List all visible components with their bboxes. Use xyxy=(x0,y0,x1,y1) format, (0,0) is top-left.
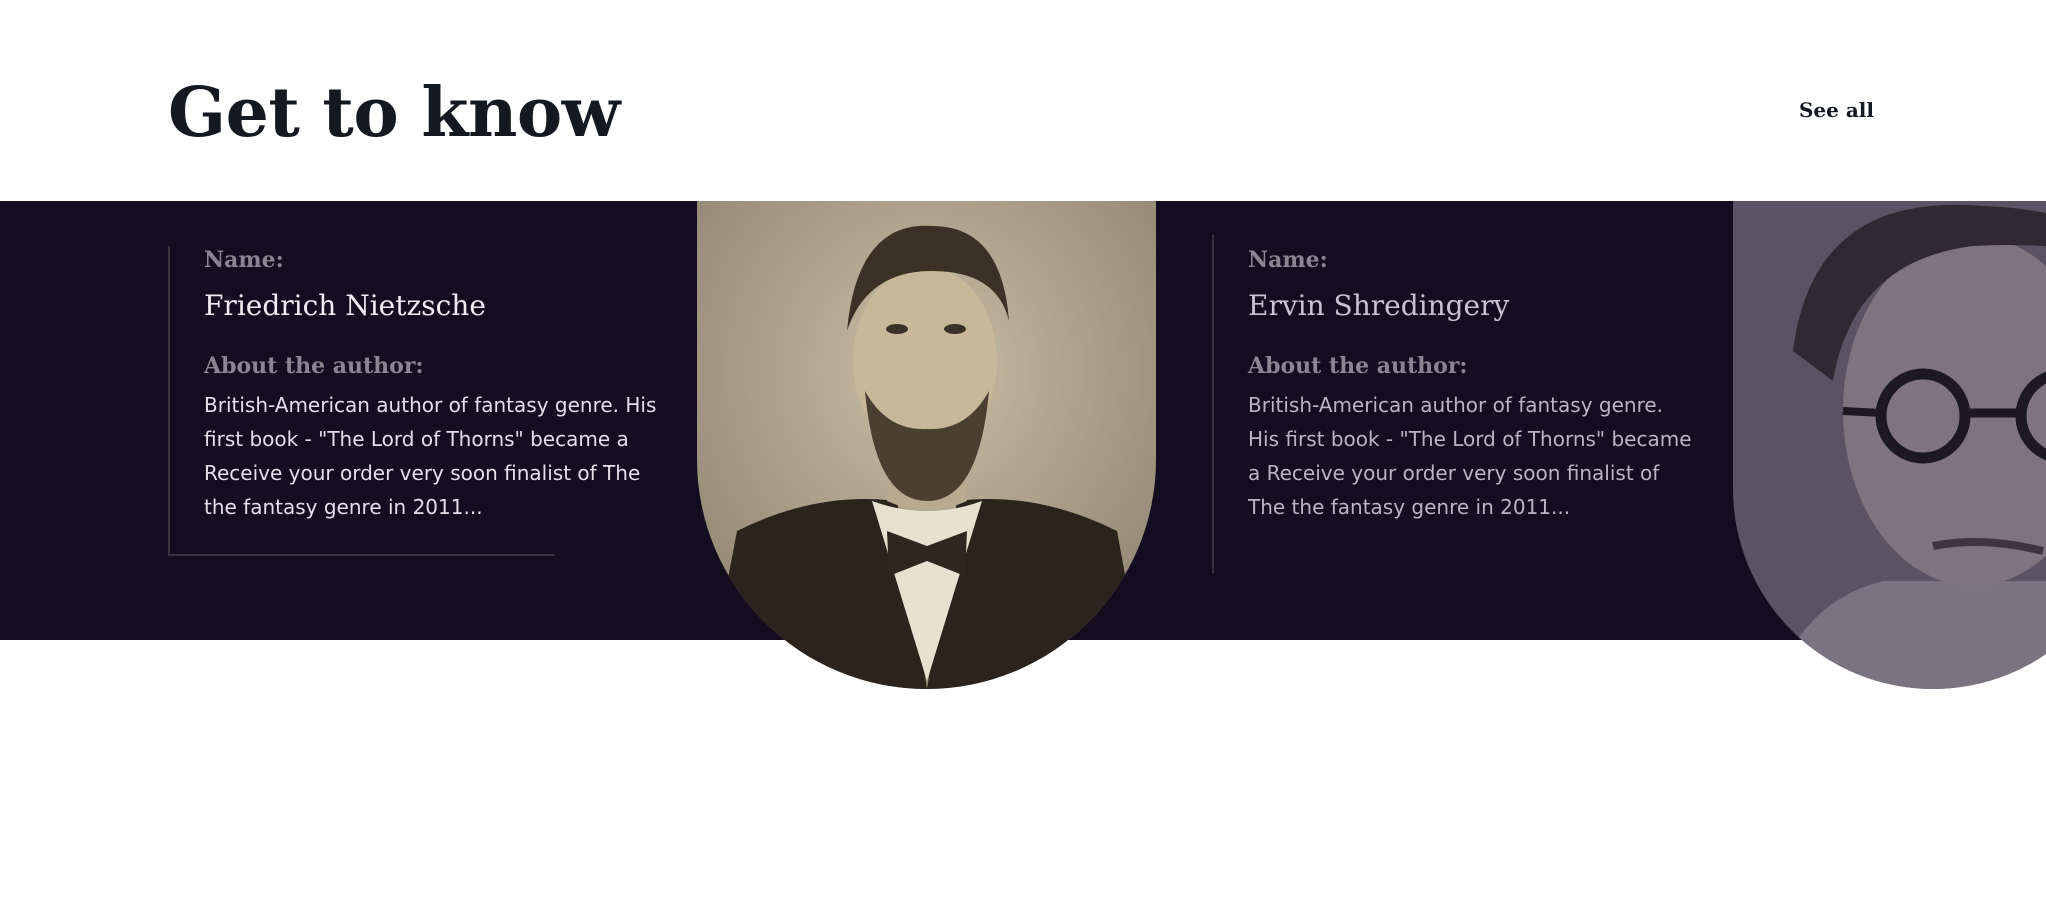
name-label: Name: xyxy=(1248,247,1328,273)
author-card-2[interactable]: Name: Ervin Shredingery About the author… xyxy=(1212,235,1712,573)
portrait-photo-icon xyxy=(1733,201,2046,689)
name-label: Name: xyxy=(204,247,284,273)
author-bio: British-American author of fantasy genre… xyxy=(204,393,657,519)
author-name[interactable]: Friedrich Nietzsche xyxy=(204,288,486,324)
author-portrait-1[interactable] xyxy=(697,201,1156,689)
author-portrait-2[interactable] xyxy=(1733,201,2046,689)
author-bio: British-American author of fantasy genre… xyxy=(1248,393,1692,519)
about-label: About the author: xyxy=(1248,353,1468,379)
about-label: About the author: xyxy=(204,353,424,379)
author-card-1[interactable]: Name: Friedrich Nietzsche About the auth… xyxy=(168,246,658,556)
see-all-link[interactable]: See all xyxy=(1799,97,1874,123)
card-divider xyxy=(170,554,555,556)
author-name[interactable]: Ervin Shredingery xyxy=(1248,288,1509,324)
portrait-photo-icon xyxy=(697,201,1156,689)
section-title: Get to know xyxy=(168,73,620,153)
